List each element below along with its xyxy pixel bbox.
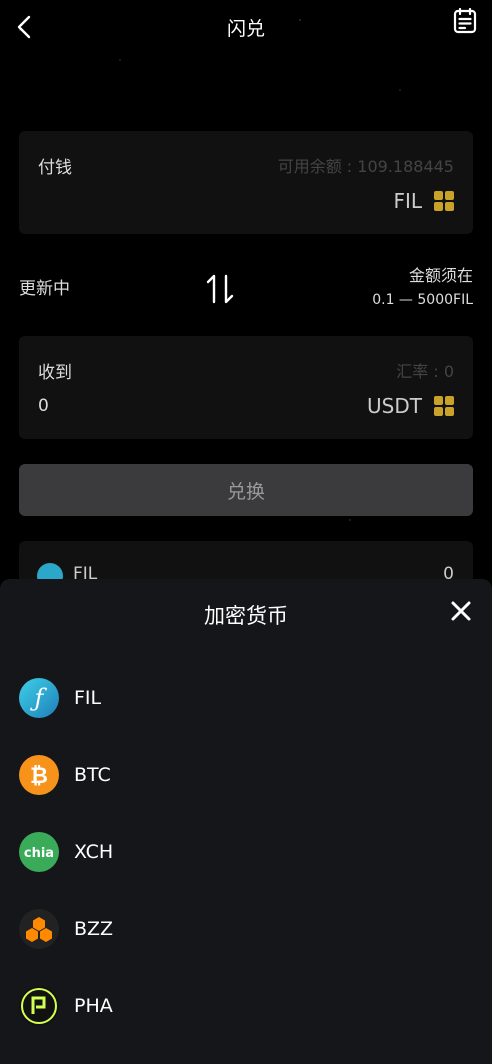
receive-currency-selector[interactable]: USDT [367,394,454,418]
grid-icon [434,396,454,416]
bzz-icon [19,908,59,949]
exchange-button[interactable]: 兑换 [19,464,473,516]
coin-name: PHA [74,994,113,1017]
status-row: 更新中 金额须在 0.1 — 5000FIL [19,260,473,320]
swap-vertical-icon[interactable] [205,272,235,306]
btc-icon: ₿ [19,754,59,795]
receive-amount: 0 [38,396,49,416]
coin-item-bzz[interactable]: BZZ [0,890,492,967]
grid-icon [434,191,454,211]
close-icon[interactable] [449,599,473,623]
crypto-picker-sheet: 加密货币 ƒ FIL ₿ BTC chia XCH BZZ PHA [0,579,492,1064]
page-title: 闪兑 [226,18,265,40]
svg-text:₿: ₿ [30,764,48,789]
limit-range: 0.1 — 5000FIL [372,292,473,308]
receive-card: 收到 汇率 : 0 0 USDT [19,336,473,439]
available-balance: 可用余额 : 109.188445 [277,157,454,176]
coin-name: BZZ [74,917,114,940]
chia-icon: chia [19,831,59,872]
receive-currency-name: USDT [367,394,422,418]
coin-item-fil[interactable]: ƒ FIL [0,659,492,736]
svg-text:chia: chia [24,846,54,861]
coin-name: BTC [74,763,111,786]
limit-title: 金额须在 [408,266,473,285]
updating-text: 更新中 [19,279,70,299]
coin-name: XCH [74,840,114,863]
exchange-rate: 汇率 : 0 [396,362,454,381]
coin-item-xch[interactable]: chia XCH [0,813,492,890]
svg-text:ƒ: ƒ [30,684,48,712]
coin-list: ƒ FIL ₿ BTC chia XCH BZZ PHA [0,659,492,1044]
top-bar: 闪兑 [0,0,492,54]
pay-label: 付钱 [38,158,72,178]
pay-currency-selector[interactable]: FIL [393,189,454,213]
fil-icon: ƒ [19,677,59,718]
pha-icon [19,985,59,1026]
receive-label: 收到 [38,363,72,383]
document-list-icon[interactable] [452,8,478,34]
pay-card: 付钱 可用余额 : 109.188445 FIL [19,131,473,234]
sheet-title: 加密货币 [204,604,288,628]
pay-currency-name: FIL [393,189,422,213]
coin-item-pha[interactable]: PHA [0,967,492,1044]
coin-name: FIL [74,686,102,709]
coin-item-btc[interactable]: ₿ BTC [0,736,492,813]
